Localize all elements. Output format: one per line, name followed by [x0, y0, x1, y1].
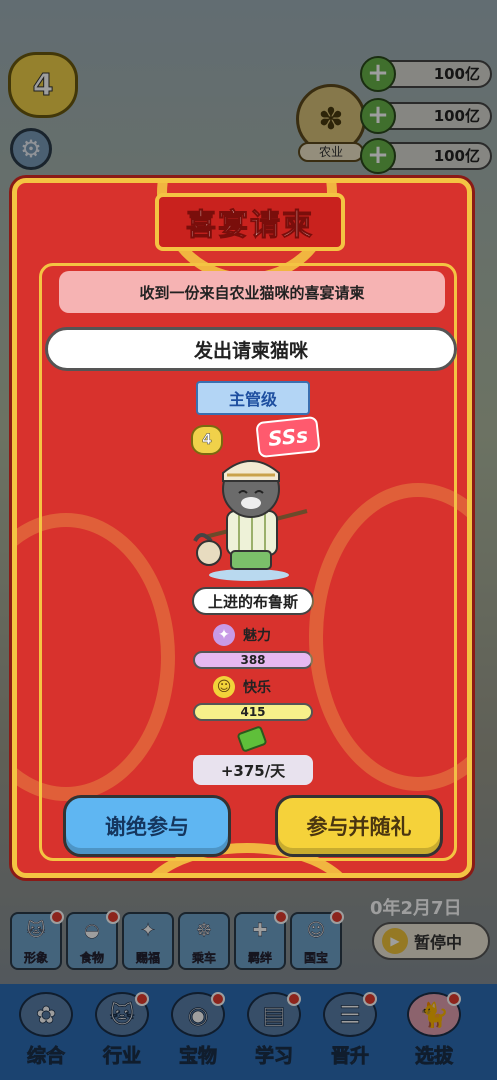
invitation-modal: 喜宴请柬 收到一份来自农业猫咪的喜宴请柬 发出请柬猫咪 主管级 4 SSs 上进…	[12, 178, 472, 878]
accept-gift-button[interactable]: 参与并随礼	[275, 795, 443, 857]
sparkle-icon: ✦	[213, 624, 235, 646]
happy-value: 415	[193, 703, 313, 721]
cat-portrait	[193, 460, 308, 581]
sender-label: 发出请柬猫咪	[45, 327, 457, 371]
invitation-notice: 收到一份来自农业猫咪的喜宴请柬	[59, 271, 445, 313]
daily-income: +375/天	[193, 755, 313, 785]
decline-button[interactable]: 谢绝参与	[63, 795, 231, 857]
charm-stat-label: ✦ 魅力	[213, 623, 303, 647]
happy-stat-label: ☺ 快乐	[213, 675, 303, 699]
rank-badge: 主管级	[196, 381, 310, 415]
smiley-icon: ☺	[213, 676, 235, 698]
cat-name: 上进的布鲁斯	[192, 587, 314, 615]
charm-value: 388	[193, 651, 313, 669]
modal-title: 喜宴请柬	[155, 193, 345, 251]
